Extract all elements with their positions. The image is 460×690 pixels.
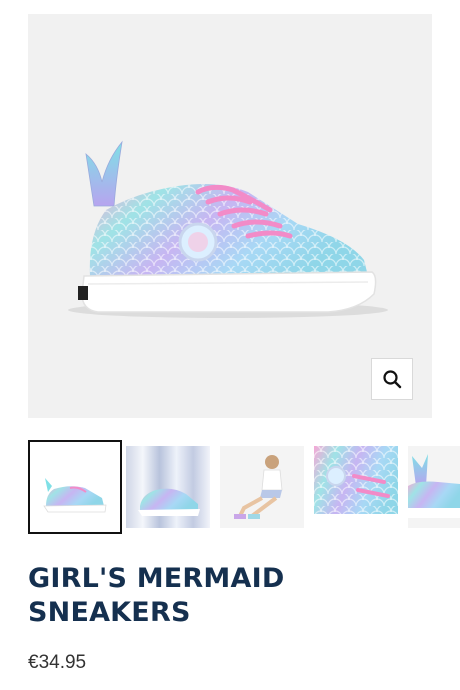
magnifier-icon [383,370,402,389]
main-product-image[interactable] [28,14,432,418]
zoom-button[interactable] [371,358,413,400]
sneaker-laces-closeup-thumbnail [314,446,398,528]
girl-wearing-sneakers-thumbnail [220,446,304,528]
product-title-line2: SNEAKERS [28,597,191,628]
product-title-line1: GIRL'S MERMAID [28,563,285,594]
thumbnail-2[interactable] [126,446,210,528]
product-title: GIRL'S MERMAID SNEAKERS [28,562,448,630]
sneaker-side-thumbnail [30,442,120,532]
thumbnail-strip [28,440,460,534]
product-price: €34.95 [28,652,87,673]
holographic-sneaker-thumbnail [126,446,210,528]
thumbnail-3[interactable] [220,446,304,528]
thumbnail-4[interactable] [314,446,398,528]
sneaker-heel-closeup-thumbnail [408,446,460,528]
thumbnail-1[interactable] [28,440,122,534]
thumbnail-5[interactable] [408,446,460,528]
